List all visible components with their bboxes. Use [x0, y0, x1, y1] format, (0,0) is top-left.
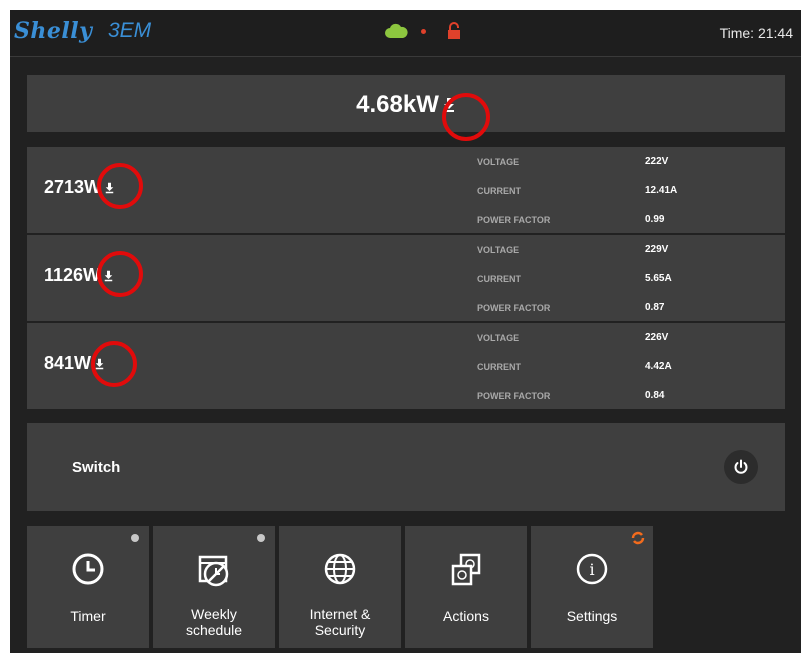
- tile-label: Internet & Security: [309, 606, 371, 638]
- phase-panel: 841W VOLTAGE 226V CURRENT 4.42A POWER FA…: [27, 323, 785, 409]
- refresh-icon: [631, 531, 645, 550]
- switch-label: Switch: [72, 459, 121, 476]
- info-icon: i: [531, 552, 653, 591]
- tile-label: Timer: [70, 608, 106, 624]
- cloud-icon: [384, 23, 408, 44]
- current-value: 4.42A: [645, 361, 672, 372]
- voltage-value: 226V: [645, 332, 669, 343]
- voltage-value: 222V: [645, 156, 669, 167]
- power-factor-value: 0.87: [645, 302, 665, 313]
- highlight-circle: [442, 93, 490, 141]
- power-factor-label: POWER FACTOR: [477, 303, 551, 313]
- total-power-value: 4.68kW: [356, 91, 439, 118]
- tile-label: Weekly schedule: [185, 606, 243, 638]
- current-label: CURRENT: [477, 186, 521, 196]
- voltage-label: VOLTAGE: [477, 333, 520, 343]
- timer-tile[interactable]: Timer: [27, 526, 149, 648]
- power-factor-value: 0.99: [645, 214, 665, 225]
- phase-panel: 1126W VOLTAGE 229V CURRENT 5.65A POWER F…: [27, 235, 785, 321]
- internet-security-tile[interactable]: Internet & Security: [279, 526, 401, 648]
- voltage-value: 229V: [645, 244, 669, 255]
- status-dot-icon: [421, 29, 426, 34]
- current-label: CURRENT: [477, 362, 521, 372]
- tile-label: Actions: [443, 608, 489, 624]
- globe-icon: [279, 552, 401, 591]
- actions-tile[interactable]: Actions: [405, 526, 527, 648]
- device-model: 3EM: [108, 19, 152, 42]
- app-frame: Shelly 3EM Time: 21:44 4.68kW 2713W VOLT…: [10, 10, 801, 653]
- power-icon: [734, 459, 748, 474]
- settings-tile[interactable]: i Settings: [531, 526, 653, 648]
- shelly-logo: Shelly: [14, 18, 93, 44]
- highlight-circle: [91, 341, 137, 387]
- voltage-label: VOLTAGE: [477, 245, 520, 255]
- power-factor-label: POWER FACTOR: [477, 215, 551, 225]
- actions-icon: [405, 552, 527, 593]
- phase-power-value: 841W: [44, 353, 92, 373]
- calendar-icon: [153, 552, 275, 593]
- status-dot-icon: [257, 534, 265, 542]
- phase-panel: 2713W VOLTAGE 222V CURRENT 12.41A POWER …: [27, 147, 785, 233]
- power-factor-label: POWER FACTOR: [477, 391, 551, 401]
- clock-time: Time: 21:44: [719, 25, 793, 41]
- total-power-panel: 4.68kW: [27, 75, 785, 141]
- phase-power-value: 2713W: [44, 177, 102, 197]
- current-value: 5.65A: [645, 273, 672, 284]
- clock-icon: [27, 552, 149, 591]
- switch-panel: Switch: [27, 423, 785, 511]
- tile-label: Settings: [566, 608, 618, 624]
- weekly-schedule-tile[interactable]: Weekly schedule: [153, 526, 275, 648]
- current-label: CURRENT: [477, 274, 521, 284]
- highlight-circle: [97, 163, 143, 209]
- svg-text:i: i: [589, 560, 594, 579]
- highlight-circle: [97, 251, 143, 297]
- unlocked-lock-icon[interactable]: [447, 22, 461, 45]
- header: Shelly 3EM Time: 21:44: [10, 10, 801, 57]
- status-dot-icon: [131, 534, 139, 542]
- power-toggle-button[interactable]: [724, 450, 758, 484]
- voltage-label: VOLTAGE: [477, 157, 520, 167]
- power-factor-value: 0.84: [645, 390, 665, 401]
- phase-power-value: 1126W: [44, 265, 101, 285]
- total-power-row: 4.68kW: [27, 91, 785, 120]
- current-value: 12.41A: [645, 185, 678, 196]
